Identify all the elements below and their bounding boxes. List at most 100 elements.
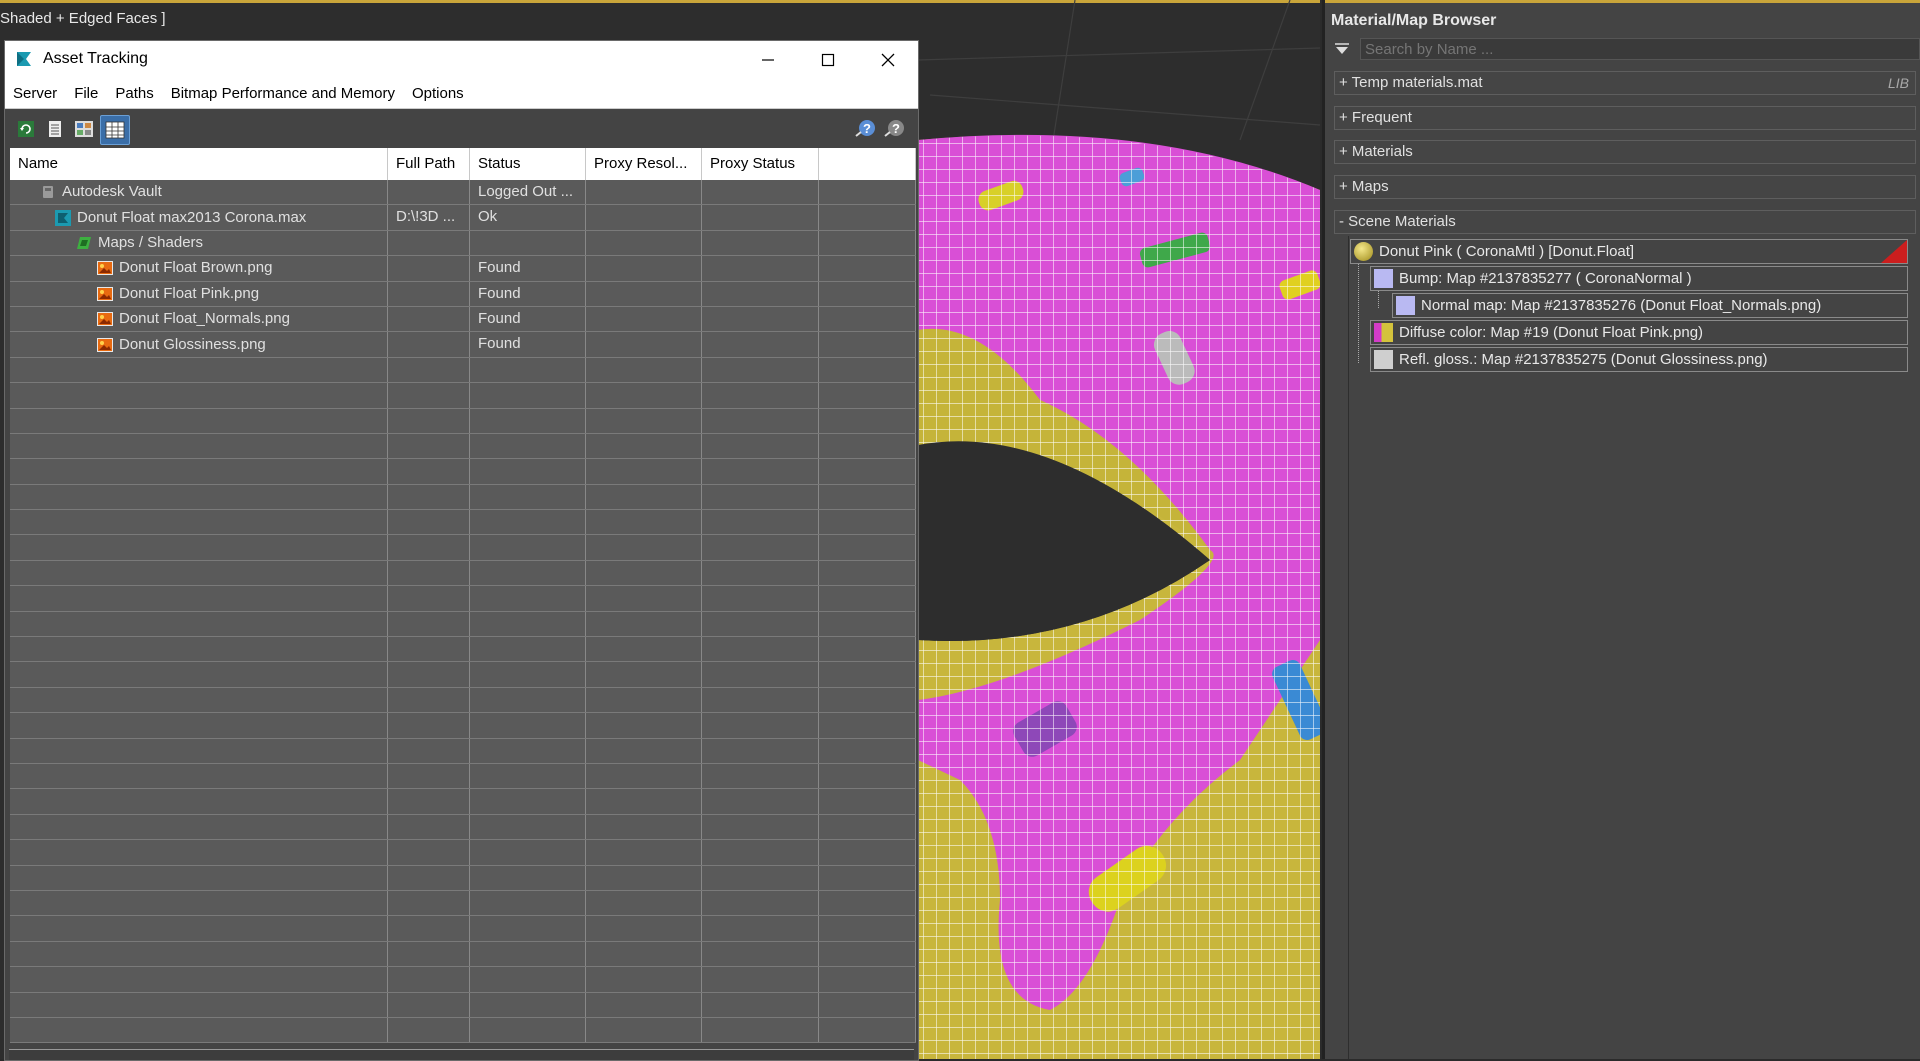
group-label: + Maps <box>1339 178 1389 195</box>
menu-options[interactable]: Options <box>404 85 473 102</box>
empty-table-row <box>10 713 916 739</box>
empty-table-row <box>10 383 916 409</box>
asset-name: Donut Float max2013 Corona.max <box>77 208 307 226</box>
menu-server[interactable]: Server <box>5 85 66 102</box>
asset-tracking-toolbar: ? ? <box>5 109 918 147</box>
maximize-button[interactable] <box>798 41 858 78</box>
empty-table-row <box>10 1017 916 1044</box>
list-view-button[interactable] <box>42 116 68 142</box>
maps-shaders-icon <box>77 236 91 249</box>
help-icon: ? <box>855 120 875 137</box>
name-cell: Maps / Shaders <box>10 230 388 256</box>
status-cell: Logged Out ... <box>470 180 586 205</box>
empty-table-row <box>10 814 916 841</box>
column-header-proxy-status[interactable]: Proxy Status <box>702 148 819 180</box>
column-header-status[interactable]: Status <box>470 148 586 180</box>
name-cell: Donut Float Pink.png <box>10 281 388 306</box>
asset-table: Name Full Path Status Proxy Resol... Pro… <box>10 148 916 1044</box>
table-row[interactable]: Donut Float_Normals.png Found <box>10 306 916 333</box>
group-label: + Frequent <box>1339 109 1412 126</box>
asset-tracking-menubar: Server File Paths Bitmap Performance and… <box>5 78 918 109</box>
viewport-shading-label[interactable]: Shaded + Edged Faces ] <box>0 10 166 27</box>
name-cell: Autodesk Vault <box>10 180 388 205</box>
group-temp-materials[interactable]: + Temp materials.mat LIB <box>1334 71 1916 95</box>
scene-map-refl-gloss[interactable]: Refl. gloss.: Map #2137835275 (Donut Glo… <box>1370 347 1908 372</box>
browser-options-button[interactable] <box>1331 38 1353 60</box>
empty-table-row <box>10 763 916 790</box>
menu-bitmap-performance[interactable]: Bitmap Performance and Memory <box>163 85 404 102</box>
empty-table-row <box>10 484 916 511</box>
empty-table-row <box>10 560 916 587</box>
empty-table-row <box>10 992 916 1018</box>
asset-tracking-titlebar[interactable]: Asset Tracking <box>5 41 918 78</box>
max-file-icon <box>55 209 71 226</box>
column-header-proxy-resolution[interactable]: Proxy Resol... <box>586 148 702 180</box>
scene-map-bump[interactable]: Bump: Map #2137835277 ( CoronaNormal ) <box>1370 266 1908 291</box>
path-cell: D:\!3D ... <box>388 205 470 230</box>
table-header: Name Full Path Status Proxy Resol... Pro… <box>10 148 916 180</box>
thumbnail-view-button[interactable] <box>71 116 97 142</box>
status-cell: Found <box>470 256 586 281</box>
table-view-icon <box>105 121 125 139</box>
help-button[interactable]: ? <box>853 116 879 142</box>
column-header-empty <box>819 148 916 180</box>
empty-table-row <box>10 535 916 561</box>
context-help-button[interactable]: ? <box>882 116 908 142</box>
group-materials[interactable]: + Materials <box>1334 140 1916 164</box>
asset-name: Donut Float Pink.png <box>119 284 260 302</box>
refresh-button[interactable] <box>13 116 39 142</box>
group-frequent[interactable]: + Frequent <box>1334 106 1916 130</box>
search-input[interactable] <box>1360 38 1920 60</box>
empty-table-row <box>10 865 916 891</box>
table-row[interactable]: Autodesk Vault Logged Out ... <box>10 180 916 206</box>
asset-name: Donut Float Brown.png <box>119 259 273 277</box>
map-label: Diffuse color: Map #19 (Donut Float Pink… <box>1399 324 1704 341</box>
map-label: Normal map: Map #2137835276 (Donut Float… <box>1421 297 1822 314</box>
asset-tracking-statusbar <box>9 1049 914 1060</box>
scene-map-normal[interactable]: Normal map: Map #2137835276 (Donut Float… <box>1392 293 1908 318</box>
table-row[interactable]: Donut Float Pink.png Found <box>10 281 916 307</box>
bitmap-icon <box>97 261 113 276</box>
table-view-button[interactable] <box>100 115 130 145</box>
close-button[interactable] <box>858 41 918 78</box>
browser-title[interactable]: Material/Map Browser <box>1325 0 1920 38</box>
scene-material-donut-pink[interactable]: Donut Pink ( CoronaMtl ) [Donut.Float] <box>1350 239 1908 264</box>
filter-dropdown-icon <box>1335 43 1349 54</box>
table-row[interactable]: Donut Glossiness.png Found <box>10 332 916 358</box>
menu-paths[interactable]: Paths <box>107 85 162 102</box>
empty-table-row <box>10 637 916 663</box>
bitmap-icon <box>97 286 113 301</box>
table-row[interactable]: Donut Float Brown.png Found <box>10 256 916 282</box>
path-cell <box>388 281 470 306</box>
table-row[interactable]: Donut Float max2013 Corona.max D:\!3D ..… <box>10 205 916 231</box>
bitmap-icon <box>97 312 113 327</box>
map-label: Bump: Map #2137835277 ( CoronaNormal ) <box>1399 270 1692 287</box>
refresh-icon <box>18 121 34 137</box>
material-corner-flag-icon <box>1881 240 1907 263</box>
asset-name: Autodesk Vault <box>62 183 162 201</box>
column-header-name[interactable]: Name <box>10 148 388 180</box>
svg-text:?: ? <box>863 121 871 136</box>
search-row <box>1331 38 1920 60</box>
group-label: + Materials <box>1339 143 1413 160</box>
group-maps[interactable]: + Maps <box>1334 175 1916 199</box>
group-scene-materials[interactable]: - Scene Materials <box>1334 210 1916 234</box>
scene-map-diffuse[interactable]: Diffuse color: Map #19 (Donut Float Pink… <box>1370 320 1908 345</box>
table-row[interactable]: Maps / Shaders <box>10 230 916 257</box>
map-swatch-icon <box>1374 323 1393 342</box>
menu-file[interactable]: File <box>66 85 107 102</box>
thumbnail-view-icon <box>75 121 93 137</box>
empty-table-row <box>10 687 916 714</box>
status-cell <box>470 230 586 256</box>
empty-rows <box>10 357 916 1044</box>
material-label: Donut Pink ( CoronaMtl ) [Donut.Float] <box>1379 243 1635 260</box>
status-cell: Found <box>470 332 586 357</box>
asset-name: Donut Glossiness.png <box>119 335 266 353</box>
status-cell: Ok <box>470 205 586 230</box>
empty-table-row <box>10 890 916 917</box>
asset-name: Donut Float_Normals.png <box>119 310 290 328</box>
lib-badge: LIB <box>1887 75 1909 91</box>
empty-table-row <box>10 586 916 612</box>
column-header-full-path[interactable]: Full Path <box>388 148 470 180</box>
minimize-button[interactable] <box>738 41 798 78</box>
